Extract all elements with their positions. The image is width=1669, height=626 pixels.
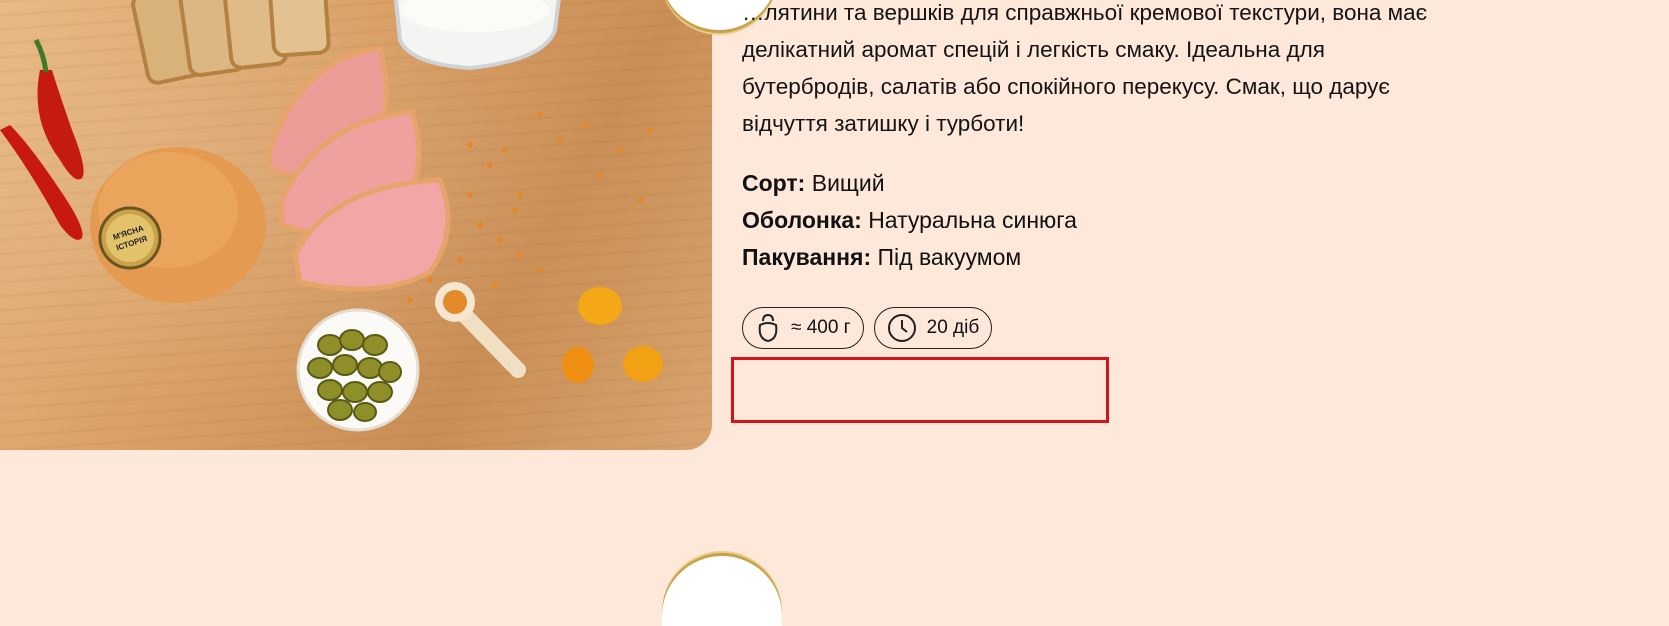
spec-casing: Оболонка: Натуральна синюга (742, 202, 1077, 239)
kettlebell-icon (755, 313, 781, 343)
spec-packaging: Пакування: Під вакуумом (742, 239, 1077, 276)
product-specs: Сорт: Вищий Оболонка: Натуральна синюга … (742, 165, 1077, 276)
weight-text: ≈ 400 г (791, 317, 851, 338)
description-line: бутербродів, салатів або спокійного пере… (742, 74, 1390, 99)
spec-label: Сорт: (742, 170, 806, 196)
spec-grade: Сорт: Вищий (742, 165, 1077, 202)
description-line: …лятини та вершків для справжньої кремов… (742, 0, 1428, 25)
weight-badge: ≈ 400 г (742, 307, 864, 349)
round-sausage: М'ЯСНА ІСТОРІЯ (90, 147, 266, 303)
olive-bowl (296, 308, 420, 432)
shelf-life-badge: 20 діб (873, 307, 993, 349)
shelf-life-text: 20 діб (926, 317, 980, 338)
highlighted-action-area[interactable] (731, 357, 1109, 423)
clock-icon (887, 313, 917, 343)
product-badges: ≈ 400 г 20 діб (742, 307, 993, 349)
product-photo: М'ЯСНА ІСТОРІЯ (0, 0, 712, 450)
spec-value: Під вакуумом (877, 244, 1022, 270)
spec-value: Вищий (811, 170, 885, 196)
sausage-slices (267, 45, 451, 292)
product-description: …лятини та вершків для справжньої кремов… (742, 0, 1572, 142)
chili-peppers (0, 38, 84, 240)
milk-jug (393, 0, 561, 71)
decorative-circle-bottom (662, 556, 782, 626)
spoon-with-lentils (435, 282, 526, 378)
spec-value: Натуральна синюга (868, 207, 1077, 233)
kumquats (562, 287, 663, 383)
spec-label: Оболонка: (742, 207, 862, 233)
spec-label: Пакування: (742, 244, 872, 270)
product-photo-illustration: М'ЯСНА ІСТОРІЯ (0, 0, 663, 432)
description-line: делікатний аромат спецій і легкість смак… (742, 37, 1325, 62)
description-line: відчуття затишку і турботи! (742, 111, 1025, 136)
bread-slices (131, 0, 331, 85)
